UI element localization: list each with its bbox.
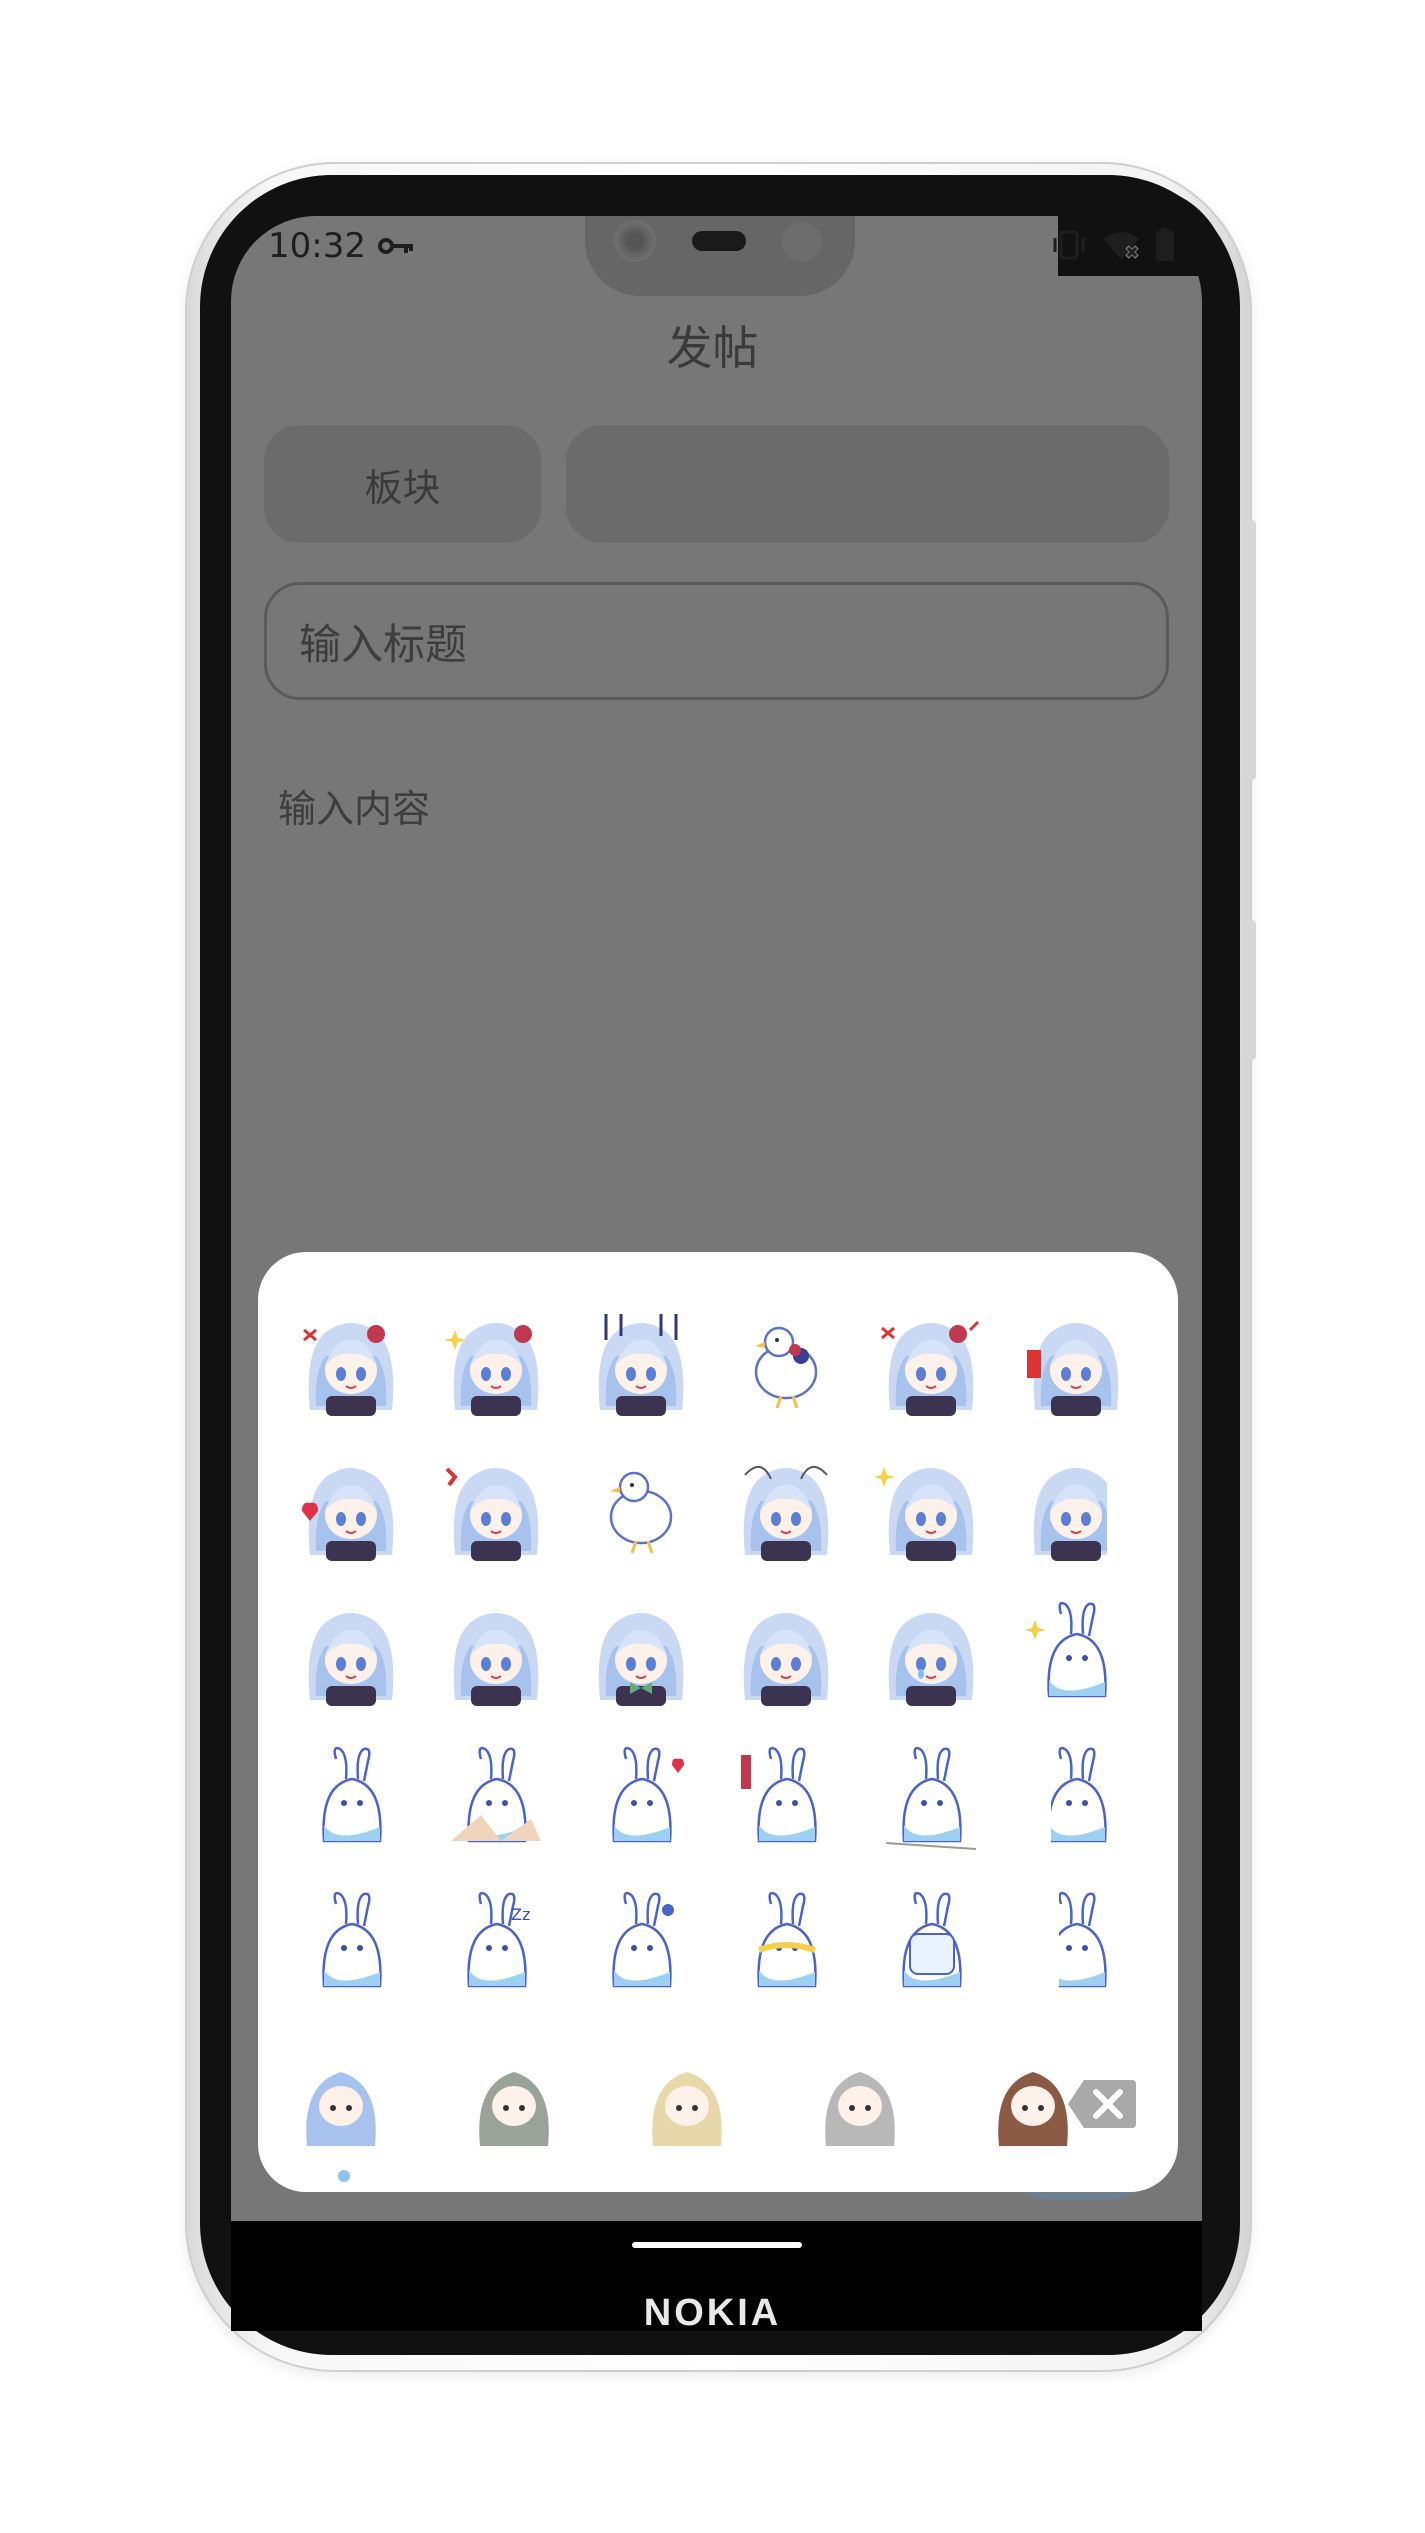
sticker-girl-gift[interactable]: [1003, 1292, 1148, 1437]
sticker-bunny-side[interactable]: [1003, 1872, 1148, 2012]
sticker-girl-peek[interactable]: [1003, 1437, 1148, 1582]
sticker-grid: Zz: [278, 1292, 1158, 2012]
sticker-bunny-torch[interactable]: [713, 1727, 858, 1872]
sticker-bunny-yawn[interactable]: [568, 1872, 713, 2012]
sticker-bunny-crash[interactable]: [423, 1727, 568, 1872]
sticker-bunny-cube[interactable]: [858, 1872, 1003, 2012]
wifi-off-icon: [1103, 232, 1139, 259]
front-camera: [614, 220, 656, 262]
proximity-sensor: [782, 222, 822, 262]
blonde-girl-category[interactable]: [634, 2052, 739, 2152]
sticker-bunny-wave[interactable]: [1003, 1582, 1148, 1727]
battery-icon: [1156, 228, 1174, 261]
sticker-girl-tangle[interactable]: [713, 1437, 858, 1582]
volume-button: [1246, 520, 1256, 780]
sticker-bunny-face[interactable]: [278, 1872, 423, 2012]
girl-category[interactable]: [288, 2052, 393, 2152]
page-title: 发帖: [666, 321, 759, 375]
sticker-bunny-cheer[interactable]: [713, 1872, 858, 2012]
sticker-bunny-sleep[interactable]: Zz: [423, 1872, 568, 2012]
sticker-girl-laugh[interactable]: [423, 1582, 568, 1727]
sticker-bird-bow[interactable]: [713, 1292, 858, 1437]
sticker-girl-shy[interactable]: [858, 1437, 1003, 1582]
sticker-girl-teary[interactable]: [858, 1582, 1003, 1727]
sticker-girl-heart[interactable]: [278, 1437, 423, 1582]
sticker-girl-excited[interactable]: [423, 1437, 568, 1582]
home-gesture-bar[interactable]: [632, 2242, 802, 2248]
sticker-girl-sparkle[interactable]: [423, 1292, 568, 1437]
status-time: 10:32: [268, 226, 366, 266]
sticker-category-bar: [258, 2042, 1178, 2162]
section-button[interactable]: 板块: [264, 425, 541, 543]
sticker-girl-rage[interactable]: [858, 1292, 1003, 1437]
brown-girl-category[interactable]: [980, 2052, 1085, 2152]
sticker-bunny-sit[interactable]: [278, 1727, 423, 1872]
svg-text:Zz: Zz: [511, 1905, 530, 1924]
title-input[interactable]: 输入标题: [264, 582, 1169, 700]
sticker-bird-plain[interactable]: [568, 1437, 713, 1582]
sticker-girl-smile[interactable]: [278, 1582, 423, 1727]
sticker-bunny-peek[interactable]: [1003, 1727, 1148, 1872]
status-icons: [1051, 228, 1175, 262]
sticker-girl-angry[interactable]: [278, 1292, 423, 1437]
sticker-bunny-stand[interactable]: [858, 1727, 1003, 1872]
sticker-girl-blush[interactable]: [713, 1582, 858, 1727]
earpiece-speaker: [692, 231, 746, 251]
vibrate-icon: [1053, 230, 1085, 260]
page-indicator-dot: [338, 2170, 350, 2182]
power-button: [1246, 920, 1256, 1060]
content-input[interactable]: 输入内容: [278, 778, 430, 833]
sticker-bunny-heart[interactable]: [568, 1727, 713, 1872]
office-category[interactable]: [807, 2052, 912, 2152]
emoji-panel: Zz: [258, 1252, 1178, 2192]
section-value-field[interactable]: [566, 425, 1169, 543]
brand-logo: NOKIA: [643, 2292, 782, 2334]
gray-girl-category[interactable]: [461, 2052, 566, 2152]
key-icon: [378, 238, 413, 254]
sticker-girl-bowtie[interactable]: [568, 1582, 713, 1727]
sticker-girl-shocked[interactable]: [568, 1292, 713, 1437]
